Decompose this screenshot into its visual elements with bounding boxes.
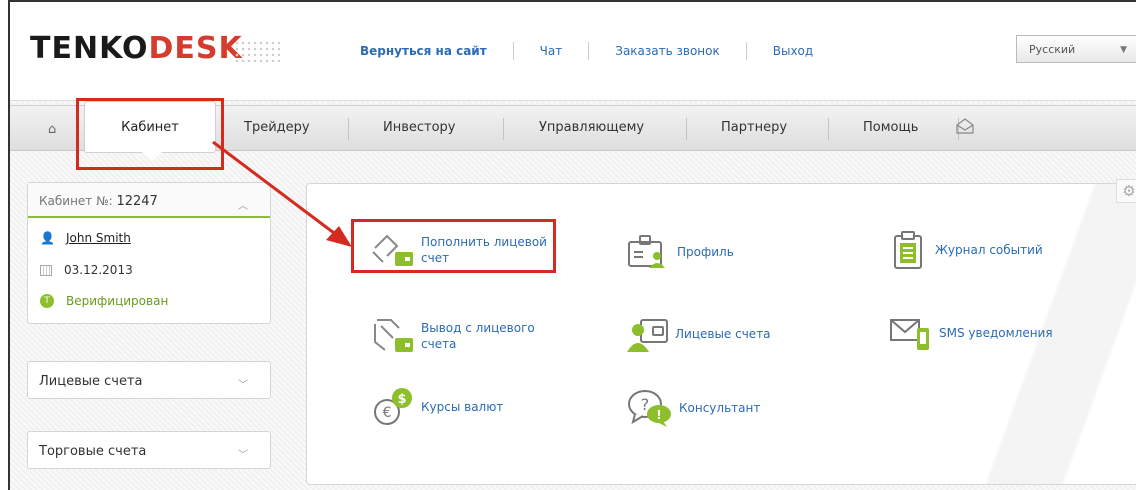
logo[interactable]: TENKODESK (30, 31, 243, 66)
menu-item-partner[interactable]: Партнеру (721, 120, 787, 135)
tile-rates-label: Курсы валют (421, 400, 504, 414)
chevron-down-icon: ﹀ (238, 380, 248, 391)
menu-divider (828, 118, 829, 140)
language-value: Русский (1029, 43, 1076, 56)
home-icon[interactable]: ⌂ (48, 122, 62, 137)
tile-personal-accounts-label: Лицевые счета (675, 327, 771, 341)
verified-status: Верифицирован (66, 294, 169, 308)
user-row: 👤 John Smith (40, 231, 131, 245)
tile-consultant[interactable]: ? ! Консультант (627, 388, 760, 428)
tile-event-log-label: Журнал событий (935, 243, 1043, 257)
gear-icon[interactable]: ⚙ (1116, 179, 1136, 203)
account-date: 03.12.2013 (64, 263, 133, 277)
nav-divider (745, 42, 747, 60)
date-row: 03.12.2013 (40, 263, 133, 277)
language-select[interactable]: Русский ▼ (1016, 35, 1136, 63)
tile-rates[interactable]: € $ Курсы валют (371, 386, 503, 428)
back-to-site-link[interactable]: Вернуться на сайт (360, 44, 487, 58)
tile-profile-label: Профиль (677, 245, 734, 259)
consultant-icon: ? ! (628, 390, 671, 427)
tile-withdraw-line1: Вывод с лицевого (421, 321, 535, 335)
logo-dots-decoration (234, 40, 280, 62)
menu-divider (348, 118, 349, 140)
menu-item-help[interactable]: Помощь (863, 120, 918, 135)
app-frame: TENKODESK Вернуться на сайт Чат Заказать… (8, 0, 1136, 490)
menu-divider (503, 118, 504, 140)
menu-item-investor[interactable]: Инвестору (383, 120, 456, 135)
tile-event-log[interactable]: Журнал событий (889, 230, 1043, 270)
top-nav: Вернуться на сайт Чат Заказать звонок Вы… (360, 42, 813, 60)
nav-divider (512, 42, 514, 60)
menu-divider (686, 118, 687, 140)
highlight-box-cabinet (76, 98, 224, 170)
trading-accounts-panel[interactable]: Торговые счета ﹀ (27, 431, 271, 469)
chevron-down-icon: ▼ (1120, 45, 1127, 55)
logo-text-a: TENKO (30, 31, 149, 66)
personal-accounts-label: Лицевые счета (39, 374, 143, 389)
tile-consultant-label: Консультант (679, 401, 761, 415)
nav-divider (588, 42, 590, 60)
cabinet-panel-header[interactable]: Кабинет №: 12247 ︿ (28, 183, 270, 218)
header: TENKODESK Вернуться на сайт Чат Заказать… (10, 2, 1136, 101)
personal-accounts-panel[interactable]: Лицевые счета ﹀ (27, 361, 271, 399)
cabinet-number-label: Кабинет №: (39, 194, 113, 208)
chat-link[interactable]: Чат (540, 44, 563, 58)
tile-profile[interactable]: Профиль (627, 234, 734, 270)
tile-sms[interactable]: SMS уведомления (889, 314, 1053, 352)
tile-sms-label: SMS уведомления (939, 326, 1053, 340)
svg-text:€: € (383, 405, 392, 421)
envelope-icon[interactable] (956, 118, 974, 134)
chevron-down-icon: ﹀ (238, 450, 248, 461)
menu-item-trader[interactable]: Трейдеру (244, 120, 310, 135)
user-name-link[interactable]: John Smith (66, 231, 131, 245)
clipboard-icon (894, 231, 922, 269)
tile-personal-accounts[interactable]: Лицевые счета (627, 314, 771, 354)
sms-icon (890, 319, 929, 350)
trading-accounts-label: Торговые счета (39, 444, 147, 459)
menu-item-manager[interactable]: Управляющему (539, 120, 644, 135)
svg-text:$: $ (397, 392, 406, 407)
chevron-up-icon[interactable]: ︿ (238, 197, 248, 212)
accounts-icon (627, 319, 668, 352)
verified-icon: T (40, 294, 54, 308)
verified-row: T Верифицирован (40, 294, 168, 308)
cabinet-panel: Кабинет №: 12247 ︿ 👤 John Smith 03.12.20… (27, 182, 271, 324)
callback-link[interactable]: Заказать звонок (615, 44, 720, 58)
logo-text-b: DESK (148, 31, 243, 66)
withdraw-icon (374, 319, 413, 352)
currency-icon: € $ (374, 388, 412, 425)
logout-link[interactable]: Выход (773, 44, 813, 58)
tile-withdraw[interactable]: Вывод с лицевого счета (371, 316, 535, 356)
svg-text:!: ! (656, 408, 661, 422)
cabinet-number: 12247 (116, 194, 158, 209)
highlight-box-deposit (351, 219, 556, 273)
user-icon: 👤 (40, 231, 55, 245)
calendar-icon (40, 264, 52, 276)
tile-withdraw-line2: счета (421, 337, 457, 351)
profile-icon (628, 235, 665, 268)
